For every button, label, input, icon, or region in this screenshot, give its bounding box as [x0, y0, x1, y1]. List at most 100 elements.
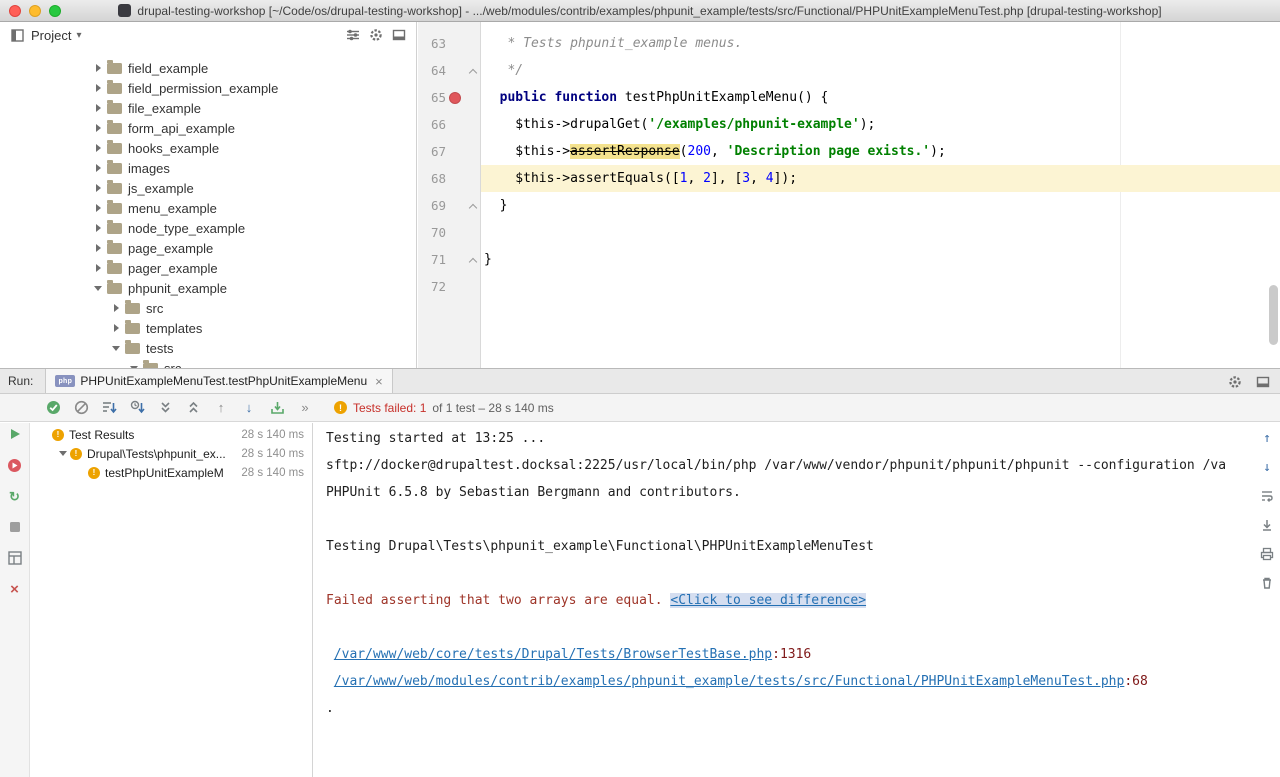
project-item-file_example[interactable]: file_example — [0, 98, 416, 118]
chevron-right-icon[interactable] — [90, 204, 106, 212]
project-item-templates[interactable]: templates — [0, 318, 416, 338]
options-icon[interactable] — [344, 26, 362, 44]
fold-marker-icon[interactable] — [468, 203, 476, 211]
code-text[interactable] — [481, 219, 1280, 246]
console-line-4: Testing Drupal\Tests\phpunit_example\Fun… — [326, 533, 1280, 560]
chevron-right-icon[interactable] — [90, 164, 106, 172]
test-console[interactable]: Testing started at 13:25 ...sftp://docke… — [313, 423, 1280, 777]
chevron-right-icon[interactable] — [108, 304, 124, 312]
project-item-field_example[interactable]: field_example — [0, 58, 416, 78]
project-item-phpunit_example[interactable]: phpunit_example — [0, 278, 416, 298]
expand-all-icon[interactable] — [156, 399, 174, 417]
project-item-js_example[interactable]: js_example — [0, 178, 416, 198]
chevron-right-icon[interactable] — [90, 244, 106, 252]
chevron-right-icon[interactable] — [108, 324, 124, 332]
down-stack-trace-icon[interactable]: ↓ — [1258, 458, 1276, 476]
console-link-menu-test[interactable]: /var/www/web/modules/contrib/examples/ph… — [334, 674, 1125, 689]
hide-panel-icon[interactable] — [390, 26, 408, 44]
soft-wrap-icon[interactable] — [1258, 487, 1276, 505]
sort-by-duration-icon[interactable] — [128, 399, 146, 417]
window-close-button[interactable] — [9, 5, 21, 17]
code-text[interactable]: } — [481, 192, 1280, 219]
code-text[interactable] — [481, 273, 1280, 300]
chevron-down-icon[interactable]: ▾ — [76, 30, 81, 41]
code-text[interactable]: } — [481, 246, 1280, 273]
run-tab[interactable]: php PHPUnitExampleMenuTest.testPhpUnitEx… — [45, 369, 392, 393]
chevron-down-icon[interactable] — [90, 286, 106, 291]
show-ignored-icon[interactable] — [72, 399, 90, 417]
next-failed-test-icon[interactable]: ↓ — [240, 399, 258, 417]
more-actions-icon[interactable]: » — [296, 399, 314, 417]
console-link-see-difference[interactable]: <Click to see difference> — [670, 593, 866, 608]
up-stack-trace-icon[interactable]: ↑ — [1258, 429, 1276, 447]
rerun-failed-tests-button[interactable] — [6, 456, 24, 474]
rerun-button[interactable] — [6, 425, 24, 443]
restore-layout-button[interactable] — [6, 549, 24, 567]
fold-marker-icon[interactable] — [468, 257, 476, 265]
folder-icon — [125, 343, 140, 354]
code-text[interactable]: $this->assertResponse(200, 'Description … — [481, 138, 1280, 165]
line-number: 69 — [418, 192, 446, 219]
line-number: 67 — [418, 138, 446, 165]
code-text[interactable]: * Tests phpunit_example menus. — [481, 30, 1280, 57]
project-item-src[interactable]: src — [0, 358, 416, 368]
editor-scrollbar-thumb[interactable] — [1269, 285, 1278, 345]
scroll-to-end-icon[interactable] — [1258, 516, 1276, 534]
print-icon[interactable] — [1258, 545, 1276, 563]
chevron-right-icon[interactable] — [90, 124, 106, 132]
chevron-right-icon[interactable] — [90, 264, 106, 272]
close-run-panel-button[interactable]: × — [6, 580, 24, 598]
close-tab-icon[interactable]: × — [375, 374, 383, 389]
test-tree-item[interactable]: !testPhpUnitExampleM28 s 140 ms — [30, 463, 312, 482]
window-minimize-button[interactable] — [29, 5, 41, 17]
show-passed-icon[interactable] — [44, 399, 62, 417]
project-item-node_type_example[interactable]: node_type_example — [0, 218, 416, 238]
code-text[interactable]: $this->assertEquals([1, 2], [3, 4]); — [481, 165, 1280, 192]
settings-gear-icon[interactable] — [367, 26, 385, 44]
chevron-right-icon[interactable] — [90, 84, 106, 92]
stop-button[interactable] — [6, 518, 24, 536]
chevron-right-icon[interactable] — [90, 144, 106, 152]
fold-marker-icon[interactable] — [468, 68, 476, 76]
window-zoom-button[interactable] — [49, 5, 61, 17]
chevron-right-icon[interactable] — [90, 224, 106, 232]
collapse-all-icon[interactable] — [184, 399, 202, 417]
project-item-page_example[interactable]: page_example — [0, 238, 416, 258]
hide-run-panel-icon[interactable] — [1254, 373, 1272, 391]
project-panel-title[interactable]: Project — [31, 28, 71, 43]
failed-test-gutter-icon[interactable] — [449, 92, 461, 104]
code-text[interactable]: public function testPhpUnitExampleMenu()… — [481, 84, 1280, 111]
project-item-hooks_example[interactable]: hooks_example — [0, 138, 416, 158]
test-tree-item[interactable]: !Drupal\Tests\phpunit_ex...28 s 140 ms — [30, 444, 312, 463]
project-item-field_permission_example[interactable]: field_permission_example — [0, 78, 416, 98]
toggle-auto-test-button[interactable]: ↻ — [6, 487, 24, 505]
sort-alphabetically-icon[interactable] — [100, 399, 118, 417]
code-text[interactable]: $this->drupalGet('/examples/phpunit-exam… — [481, 111, 1280, 138]
project-item-form_api_example[interactable]: form_api_example — [0, 118, 416, 138]
test-tree-item[interactable]: !Test Results28 s 140 ms — [30, 425, 312, 444]
code-token: testPhpUnitExampleMenu() { — [617, 90, 828, 105]
run-tab-strip: Run: php PHPUnitExampleMenuTest.testPhpU… — [0, 369, 1280, 394]
import-test-results-icon[interactable] — [268, 399, 286, 417]
project-item-tests[interactable]: tests — [0, 338, 416, 358]
clear-console-icon[interactable] — [1258, 574, 1276, 592]
chevron-right-icon[interactable] — [90, 104, 106, 112]
run-settings-gear-icon[interactable] — [1226, 373, 1244, 391]
code-text[interactable]: */ — [481, 57, 1280, 84]
project-item-menu_example[interactable]: menu_example — [0, 198, 416, 218]
project-item-src[interactable]: src — [0, 298, 416, 318]
project-item-pager_example[interactable]: pager_example — [0, 258, 416, 278]
code-editor[interactable]: 63 * Tests phpunit_example menus.64 */65… — [418, 22, 1280, 368]
project-panel: Project ▾ field_examplefield_permission_… — [0, 22, 417, 368]
chevron-down-icon[interactable] — [56, 451, 70, 456]
project-item-images[interactable]: images — [0, 158, 416, 178]
previous-failed-test-icon[interactable]: ↑ — [212, 399, 230, 417]
console-text — [326, 674, 334, 689]
code-token: $this->assertEquals([ — [484, 171, 680, 186]
chevron-right-icon[interactable] — [90, 184, 106, 192]
chevron-down-icon[interactable] — [108, 346, 124, 351]
code-token: } — [484, 252, 492, 267]
editor-line-69: 69 } — [418, 192, 1280, 219]
console-link-browser-test-base[interactable]: /var/www/web/core/tests/Drupal/Tests/Bro… — [334, 647, 772, 662]
chevron-right-icon[interactable] — [90, 64, 106, 72]
